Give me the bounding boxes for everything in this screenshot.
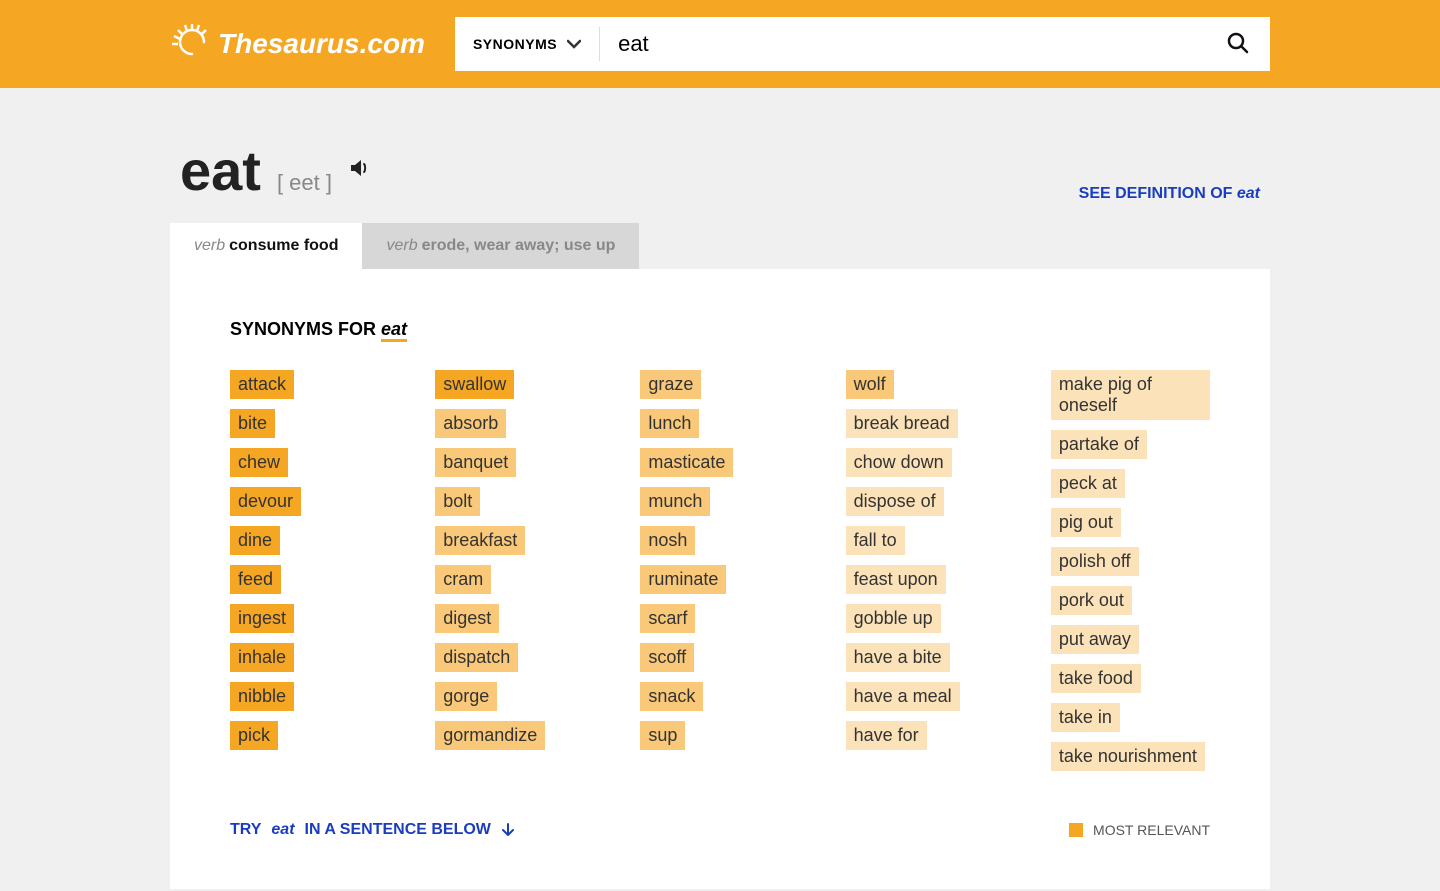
- synonym-item[interactable]: break bread: [846, 409, 958, 438]
- search-type-label: SYNONYMS: [473, 36, 557, 52]
- synonym-item[interactable]: devour: [230, 487, 301, 516]
- synonym-column: swallow absorb banquet bolt breakfast cram dig…: [435, 370, 594, 771]
- synonym-item[interactable]: cram: [435, 565, 491, 594]
- sense-tab[interactable]: verb erode, wear away; use up: [362, 223, 639, 269]
- logo-text: Thesaurus.com: [218, 28, 425, 60]
- try-prefix: TRY: [230, 821, 261, 839]
- synonym-item[interactable]: attack: [230, 370, 294, 399]
- try-sentence-link[interactable]: TRY eat IN A SENTENCE BELOW: [230, 821, 515, 839]
- search-icon: [1226, 31, 1250, 55]
- synonym-item[interactable]: feed: [230, 565, 281, 594]
- see-definition-link[interactable]: SEE DEFINITION OF eat: [1079, 185, 1260, 203]
- speaker-icon: [348, 156, 372, 180]
- synonym-item[interactable]: take in: [1051, 703, 1120, 732]
- synonym-item[interactable]: nibble: [230, 682, 294, 711]
- synonym-column: graze lunch masticate munch nosh ruminate scar…: [640, 370, 799, 771]
- synonym-item[interactable]: chow down: [846, 448, 952, 477]
- synonym-item[interactable]: bite: [230, 409, 275, 438]
- synonym-item[interactable]: sup: [640, 721, 685, 750]
- synonym-item[interactable]: nosh: [640, 526, 695, 555]
- pronunciation: [ eet ]: [277, 170, 332, 196]
- try-word: eat: [271, 821, 294, 839]
- synonym-item[interactable]: banquet: [435, 448, 516, 477]
- tab-def: consume food: [229, 237, 338, 254]
- legend-color-box: [1069, 823, 1083, 837]
- synonym-item[interactable]: gorge: [435, 682, 497, 711]
- headword: eat: [180, 138, 261, 203]
- synonyms-panel: SYNONYMS FOR eat attack bite chew devour din…: [170, 269, 1270, 889]
- tab-pos: verb: [194, 237, 225, 254]
- pronounce-button[interactable]: [348, 156, 372, 185]
- synonym-item[interactable]: digest: [435, 604, 499, 633]
- chevron-down-icon: [567, 39, 581, 49]
- synonym-item[interactable]: bolt: [435, 487, 480, 516]
- synonym-item[interactable]: ingest: [230, 604, 294, 633]
- def-link-prefix: SEE DEFINITION OF: [1079, 185, 1237, 202]
- main: eat [ eet ] SEE DEFINITION OF eat verbco…: [170, 88, 1270, 889]
- relevance-legend: MOST RELEVANT: [1069, 822, 1210, 838]
- synonym-item[interactable]: take nourishment: [1051, 742, 1205, 771]
- synonym-item[interactable]: chew: [230, 448, 288, 477]
- synonym-column: make pig of oneself partake of peck at pig …: [1051, 370, 1210, 771]
- word-header: eat [ eet ] SEE DEFINITION OF eat: [170, 138, 1270, 223]
- synonym-item[interactable]: gobble up: [846, 604, 941, 633]
- synonym-item[interactable]: partake of: [1051, 430, 1147, 459]
- logo[interactable]: Thesaurus.com: [170, 22, 425, 66]
- logo-sun-icon: [170, 22, 214, 66]
- synonym-item[interactable]: feast upon: [846, 565, 946, 594]
- synonym-item[interactable]: ruminate: [640, 565, 726, 594]
- synonym-item[interactable]: gormandize: [435, 721, 545, 750]
- synonym-item[interactable]: snack: [640, 682, 703, 711]
- synonym-item[interactable]: scoff: [640, 643, 694, 672]
- synonym-item[interactable]: scarf: [640, 604, 695, 633]
- tab-pos: verb: [386, 237, 417, 254]
- synonym-item[interactable]: peck at: [1051, 469, 1125, 498]
- search-container: SYNONYMS: [455, 17, 1270, 71]
- synonym-item[interactable]: fall to: [846, 526, 905, 555]
- synonym-item[interactable]: have a bite: [846, 643, 950, 672]
- search-button[interactable]: [1206, 17, 1270, 71]
- synonym-item[interactable]: lunch: [640, 409, 699, 438]
- synonym-item[interactable]: pork out: [1051, 586, 1132, 615]
- tab-def: erode, wear away; use up: [422, 237, 616, 254]
- synonym-item[interactable]: graze: [640, 370, 701, 399]
- synonym-item[interactable]: wolf: [846, 370, 894, 399]
- synonym-item[interactable]: inhale: [230, 643, 294, 672]
- sense-tabs: verbconsume foodverberode, wear away; us…: [170, 223, 1270, 269]
- syn-heading-prefix: SYNONYMS FOR: [230, 319, 381, 339]
- search-input[interactable]: [600, 17, 1206, 71]
- panel-footer: TRY eat IN A SENTENCE BELOW MOST RELEVAN…: [230, 821, 1210, 839]
- arrow-down-icon: [501, 823, 515, 837]
- synonym-item[interactable]: have for: [846, 721, 927, 750]
- synonyms-heading: SYNONYMS FOR eat: [230, 319, 1210, 340]
- synonym-item[interactable]: polish off: [1051, 547, 1139, 576]
- synonym-item[interactable]: pick: [230, 721, 278, 750]
- synonym-item[interactable]: munch: [640, 487, 710, 516]
- synonym-item[interactable]: take food: [1051, 664, 1141, 693]
- synonym-item[interactable]: dine: [230, 526, 280, 555]
- synonym-item[interactable]: masticate: [640, 448, 733, 477]
- synonym-item[interactable]: dispatch: [435, 643, 518, 672]
- synonym-item[interactable]: breakfast: [435, 526, 525, 555]
- def-link-word: eat: [1237, 185, 1260, 202]
- synonym-item[interactable]: swallow: [435, 370, 514, 399]
- synonym-item[interactable]: make pig of oneself: [1051, 370, 1210, 420]
- synonym-column: attack bite chew devour dine feed ingest inhale…: [230, 370, 389, 771]
- synonym-item[interactable]: dispose of: [846, 487, 944, 516]
- header-inner: Thesaurus.com SYNONYMS: [170, 17, 1270, 71]
- syn-heading-word: eat: [381, 319, 407, 342]
- legend-label: MOST RELEVANT: [1093, 822, 1210, 838]
- header: Thesaurus.com SYNONYMS: [0, 0, 1440, 88]
- synonym-column: wolf break bread chow down dispose of fall t…: [846, 370, 1005, 771]
- sense-tab[interactable]: verbconsume food: [170, 223, 362, 269]
- synonym-item[interactable]: have a meal: [846, 682, 960, 711]
- try-suffix: IN A SENTENCE BELOW: [305, 821, 491, 839]
- synonym-item[interactable]: put away: [1051, 625, 1139, 654]
- synonyms-grid: attack bite chew devour dine feed ingest inhale…: [230, 370, 1210, 771]
- word-title: eat [ eet ]: [180, 138, 372, 203]
- synonym-item[interactable]: absorb: [435, 409, 506, 438]
- synonym-item[interactable]: pig out: [1051, 508, 1121, 537]
- search-type-dropdown[interactable]: SYNONYMS: [455, 27, 600, 61]
